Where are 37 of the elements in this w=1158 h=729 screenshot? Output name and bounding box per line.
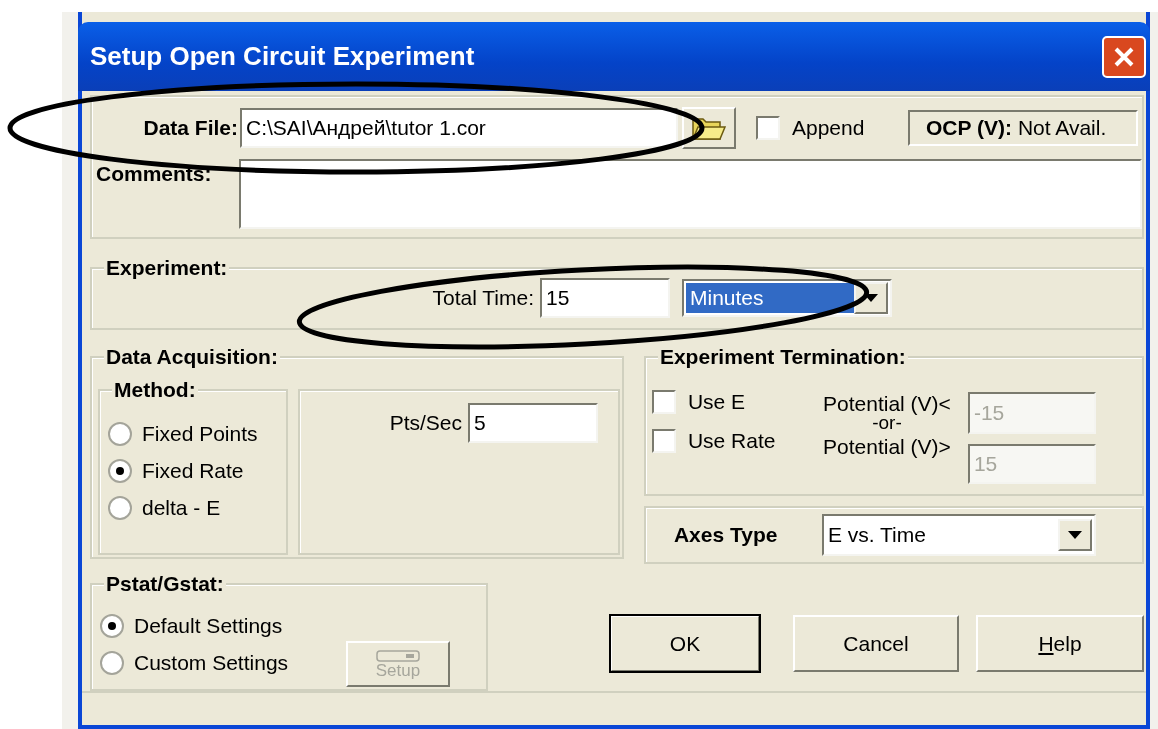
- radio-button[interactable]: [100, 613, 124, 638]
- radio-button[interactable]: [100, 650, 124, 675]
- dialog-button[interactable]: Cancel: [793, 615, 959, 672]
- window-title: Setup Open Circuit Experiment: [90, 40, 475, 73]
- close-button[interactable]: [1102, 35, 1146, 78]
- field-label: Total Time:: [431, 285, 535, 311]
- ocp-readout: OCP (V): Not Avail.: [908, 110, 1138, 146]
- comments-field[interactable]: [239, 159, 1142, 229]
- field-label: Comments:: [95, 161, 213, 187]
- field-label: Potential (V)<: [823, 392, 951, 416]
- radio-button[interactable]: [108, 421, 132, 446]
- caret-icon: [1067, 531, 1082, 539]
- unit-dropdown[interactable]: Minutes: [682, 279, 892, 317]
- total-time-field[interactable]: 15: [540, 278, 670, 318]
- append-checkbox[interactable]: [756, 116, 780, 140]
- radio-button[interactable]: [108, 495, 132, 520]
- radio-label: delta - E: [142, 494, 221, 521]
- radio-label: Fixed Rate: [142, 457, 244, 484]
- field-label: Pts/Sec: [388, 410, 463, 436]
- radio-label: Default Settings: [134, 612, 283, 639]
- radio-button[interactable]: [108, 458, 132, 483]
- rate-field[interactable]: 5: [468, 403, 598, 443]
- caret-icon: [864, 294, 878, 302]
- field-label: Axes Type: [673, 522, 779, 548]
- field-label: Potential (V)>: [823, 435, 951, 459]
- device-icon: [376, 649, 420, 662]
- axes-dropdown[interactable]: E vs. Time: [821, 514, 1096, 556]
- field-label: Data File:: [142, 115, 239, 141]
- radio-label: Fixed Points: [142, 420, 258, 447]
- data-file-field[interactable]: C:\SAI\Андрей\tutor 1.cor: [240, 108, 678, 148]
- checkbox-label: Append: [792, 115, 865, 141]
- dialog-button[interactable]: Help: [976, 615, 1144, 672]
- radio-label: Custom Settings: [134, 649, 289, 676]
- dialog-button[interactable]: OK: [610, 615, 760, 672]
- checkbox-label: Use Rate: [687, 427, 776, 454]
- checkbox-label: Use E: [687, 388, 746, 415]
- separator-label: -or-: [872, 415, 902, 432]
